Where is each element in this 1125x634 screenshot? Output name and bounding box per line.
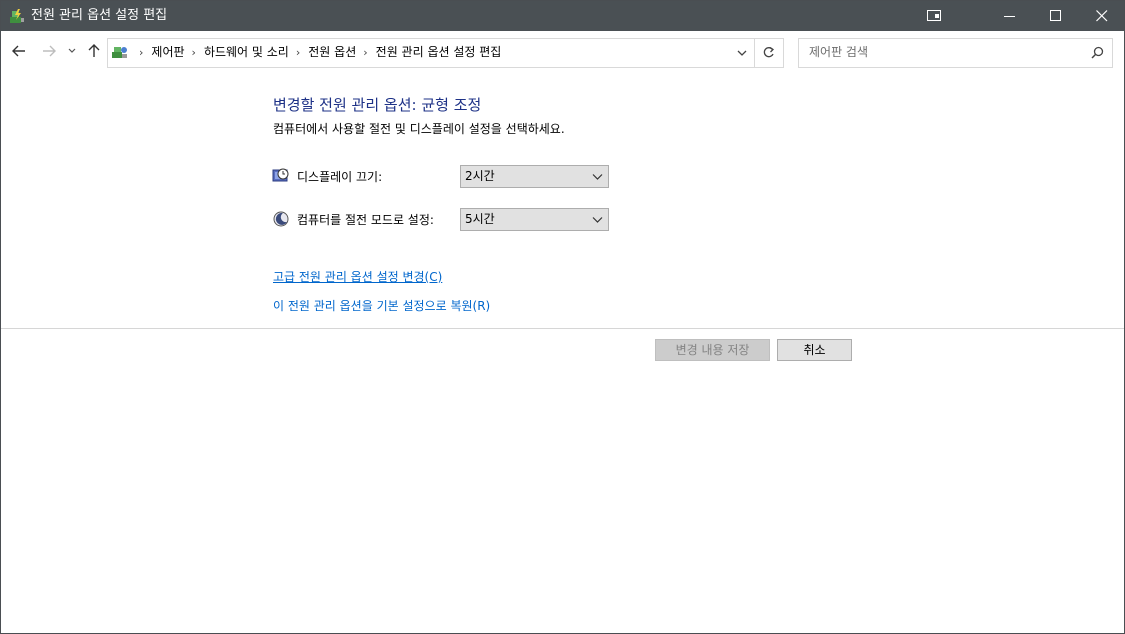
display-off-label: 디스플레이 끄기:: [297, 170, 383, 184]
up-button[interactable]: [86, 43, 106, 63]
monitor-clock-icon: [272, 167, 290, 185]
tablet-mode-icon: [927, 10, 941, 21]
maximize-button[interactable]: [1033, 1, 1079, 31]
chevron-down-icon: [737, 50, 747, 56]
chevron-down-icon: [68, 48, 76, 53]
address-history-button[interactable]: [736, 48, 748, 62]
window: 전원 관리 옵션 설정 편집 › 제어판 › 하드웨어 및 소리 › 전원 옵션…: [0, 0, 1125, 634]
back-button[interactable]: [11, 43, 31, 63]
window-title: 전원 관리 옵션 설정 편집: [31, 8, 168, 23]
control-panel-icon: [111, 44, 129, 63]
search-placeholder[interactable]: 제어판 검색: [809, 39, 868, 65]
breadcrumb-separator[interactable]: ›: [296, 40, 300, 66]
cancel-button[interactable]: 취소: [777, 339, 852, 361]
arrow-up-icon: [88, 44, 100, 57]
forward-button[interactable]: [41, 43, 61, 63]
breadcrumb-edit-plan[interactable]: 전원 관리 옵션 설정 편집: [376, 39, 502, 65]
breadcrumb-separator: ›: [139, 46, 144, 59]
breadcrumb-separator[interactable]: ›: [363, 40, 367, 66]
close-button[interactable]: [1079, 1, 1124, 31]
title-bar[interactable]: 전원 관리 옵션 설정 편집: [1, 1, 1124, 31]
address-bar[interactable]: › 제어판 › 하드웨어 및 소리 › 전원 옵션 › 전원 관리 옵션 설정 편집: [107, 38, 755, 68]
display-off-select[interactable]: 2시간: [460, 165, 609, 188]
chevron-down-icon: [592, 217, 603, 223]
divider: [1, 328, 1124, 329]
sleep-label: 컴퓨터를 절전 모드로 설정:: [297, 213, 434, 227]
search-box[interactable]: 제어판 검색: [798, 38, 1113, 68]
sleep-select[interactable]: 5시간: [460, 208, 609, 231]
save-changes-button[interactable]: 변경 내용 저장: [655, 339, 770, 361]
tablet-mode-button[interactable]: [910, 1, 956, 31]
breadcrumb-control-panel[interactable]: 제어판: [151, 39, 184, 65]
close-icon: [1096, 10, 1108, 22]
breadcrumb-power-options[interactable]: 전원 옵션: [308, 39, 356, 65]
breadcrumb-hardware-sound[interactable]: 하드웨어 및 소리: [204, 39, 289, 65]
page-title: 변경할 전원 관리 옵션: 균형 조정: [273, 96, 482, 114]
page-subtitle: 컴퓨터에서 사용할 절전 및 디스플레이 설정을 선택하세요.: [273, 122, 565, 136]
minimize-icon: [1004, 16, 1015, 17]
moon-sleep-icon: [272, 210, 290, 228]
breadcrumb: › 제어판 › 하드웨어 및 소리 › 전원 옵션 › 전원 관리 옵션 설정 편집: [132, 39, 501, 67]
navigation-bar: › 제어판 › 하드웨어 및 소리 › 전원 옵션 › 전원 관리 옵션 설정 편집 제어판 …: [1, 31, 1124, 73]
minimize-button[interactable]: [987, 1, 1033, 31]
arrow-right-icon: [43, 45, 56, 57]
refresh-icon: [763, 46, 775, 58]
refresh-button[interactable]: [753, 38, 784, 68]
recent-locations-button[interactable]: [67, 43, 79, 63]
maximize-icon: [1050, 10, 1061, 21]
display-off-value: 2시간: [465, 169, 495, 183]
arrow-left-icon: [12, 45, 25, 57]
chevron-down-icon: [592, 174, 603, 180]
advanced-settings-link[interactable]: 고급 전원 관리 옵션 설정 변경(C): [273, 268, 442, 285]
search-icon: [1091, 46, 1104, 59]
sleep-value: 5시간: [465, 212, 495, 226]
breadcrumb-separator[interactable]: ›: [192, 40, 196, 66]
restore-defaults-link[interactable]: 이 전원 관리 옵션을 기본 설정으로 복원(R): [273, 297, 490, 314]
power-options-icon: [8, 7, 26, 25]
